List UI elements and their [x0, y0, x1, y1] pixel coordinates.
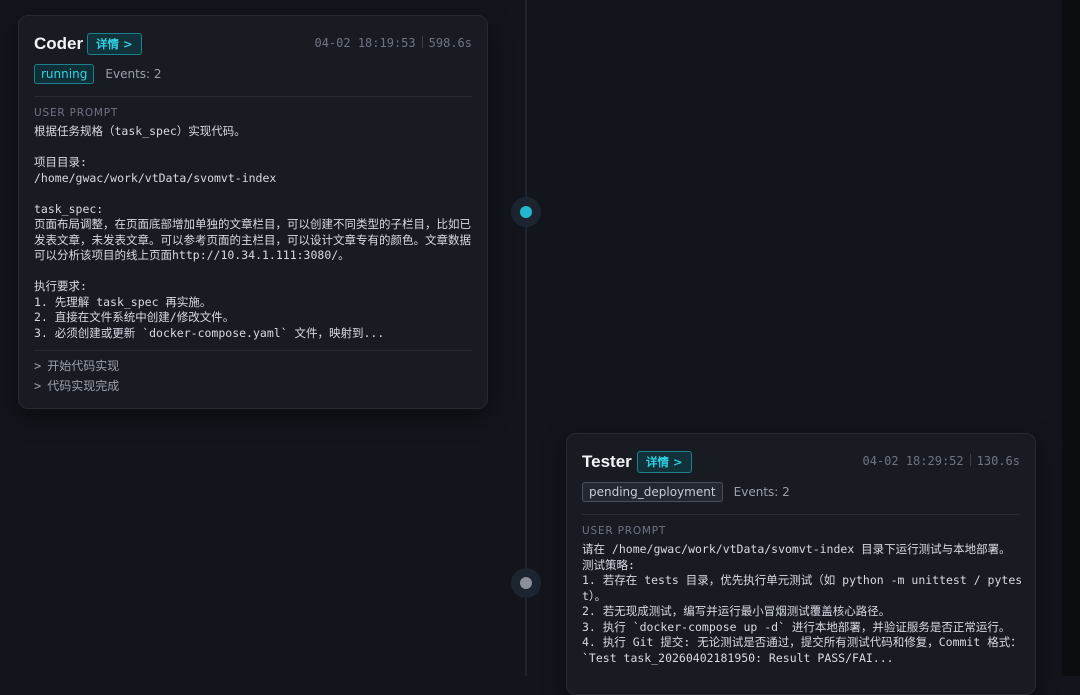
- events-count: Events: 2: [105, 66, 162, 81]
- event-label: 代码实现完成: [47, 379, 120, 393]
- status-badge: running: [34, 63, 95, 84]
- agent-name: Tester: [582, 452, 632, 471]
- divider: [34, 96, 472, 97]
- run-meta: 04-02 18:29:52 130.6s: [862, 454, 1020, 468]
- timeline-node-coder: [511, 197, 541, 227]
- prompt-label: USER PROMPT: [34, 107, 119, 119]
- event-list: > 开始代码实现 > 代码实现完成: [34, 356, 119, 396]
- events-count: Events: 2: [733, 484, 790, 499]
- meta-separator: [421, 36, 423, 48]
- details-button[interactable]: 详情 >: [87, 33, 142, 55]
- divider: [582, 514, 1020, 515]
- status-row: pending_deployment Events: 2: [582, 481, 790, 503]
- prompt-text: 请在 /home/gwac/work/vtData/svomvt-index 目…: [582, 542, 1023, 665]
- duration: 598.6s: [428, 36, 472, 50]
- agent-card-tester: Tester 详情 > 04-02 18:29:52 130.6s pending…: [566, 433, 1036, 695]
- agent-name: Coder: [34, 34, 84, 53]
- prompt-text: 根据任务规格（task_spec）实现代码。 项目目录: /home/gwac/…: [34, 124, 471, 340]
- run-meta: 04-02 18:19:53 598.6s: [314, 36, 472, 50]
- timeline-dot-active: [520, 206, 532, 218]
- event-item[interactable]: > 开始代码实现: [34, 356, 119, 376]
- timestamp: 04-02 18:29:52: [862, 454, 964, 468]
- details-button[interactable]: 详情 >: [637, 451, 692, 473]
- card-header: Coder 详情 > 04-02 18:19:53 598.6s: [34, 32, 472, 56]
- prompt-label: USER PROMPT: [582, 525, 667, 537]
- status-badge: pending_deployment: [582, 481, 723, 502]
- chevron-right-icon: >: [34, 359, 42, 373]
- meta-separator: [969, 454, 971, 466]
- timeline-dot-idle: [520, 577, 532, 589]
- event-label: 开始代码实现: [47, 359, 120, 373]
- status-row: running Events: 2: [34, 63, 162, 85]
- event-item[interactable]: > 代码实现完成: [34, 376, 119, 396]
- timestamp: 04-02 18:19:53: [314, 36, 416, 50]
- timeline-node-tester: [511, 568, 541, 598]
- duration: 130.6s: [976, 454, 1020, 468]
- agent-card-coder: Coder 详情 > 04-02 18:19:53 598.6s running …: [18, 15, 488, 409]
- divider: [34, 350, 472, 351]
- card-header: Tester 详情 > 04-02 18:29:52 130.6s: [582, 450, 1020, 474]
- scrollbar-track[interactable]: [1062, 0, 1080, 676]
- chevron-right-icon: >: [34, 379, 42, 393]
